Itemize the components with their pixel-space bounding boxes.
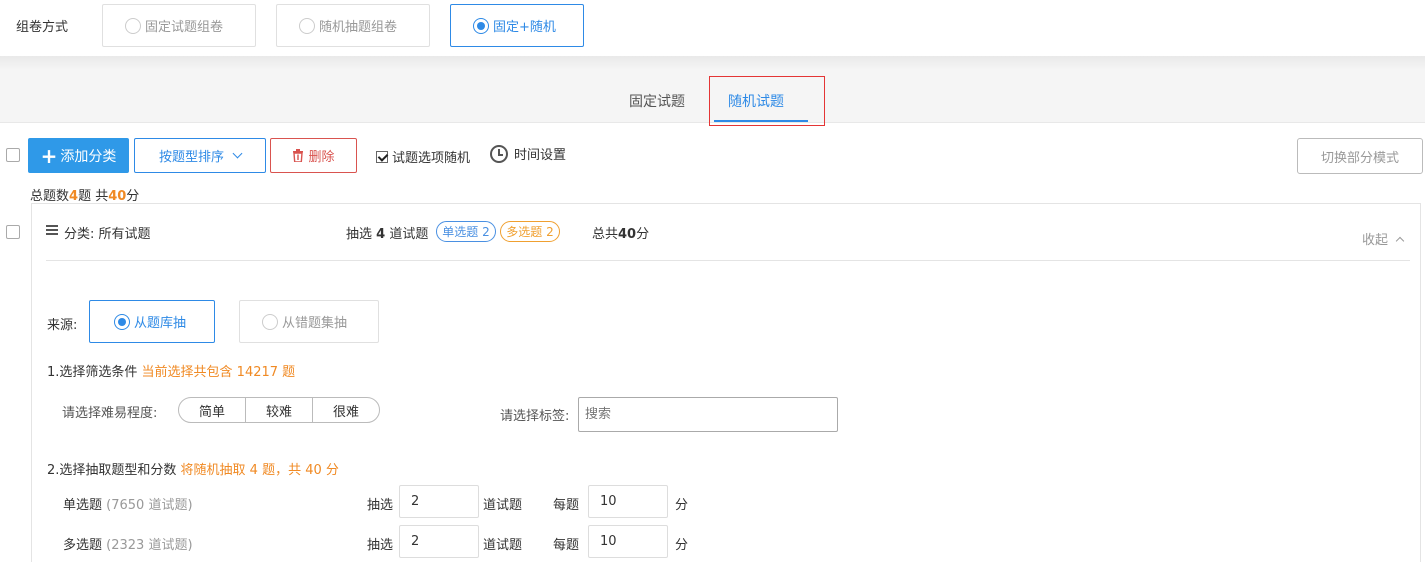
question-type-row-name: 多选题 (2323 道试题)	[63, 534, 193, 553]
pick-count-input[interactable]	[399, 525, 479, 558]
question-type-label: 多选题	[63, 538, 103, 553]
tab-highlight-box	[709, 76, 825, 126]
pick-label: 抽选	[367, 498, 394, 513]
extract-step-note: 将随机抽取 4 题，共 40 分	[180, 463, 339, 478]
mode-option-fixed-random[interactable]: 固定+随机	[450, 4, 584, 47]
score-input[interactable]	[588, 525, 668, 558]
delete-label: 删除	[308, 150, 335, 165]
category-panel	[31, 203, 1421, 562]
radio-icon	[262, 313, 278, 330]
difficulty-hard[interactable]: 很难	[313, 398, 379, 422]
category-checkbox[interactable]	[6, 225, 20, 239]
difficulty-easy[interactable]: 简单	[179, 398, 246, 422]
difficulty-medium[interactable]: 较难	[246, 398, 313, 422]
extract-step-label: 2.选择抽取题型和分数	[47, 463, 177, 478]
source-option-label: 从错题集抽	[282, 316, 348, 331]
question-available-count: (7650 道试题)	[106, 498, 193, 513]
filter-step-title: 1.选择筛选条件 当前选择共包含 14217 题	[47, 361, 295, 380]
total-suffix: 分	[636, 227, 650, 242]
trash-icon	[293, 149, 304, 162]
chevron-down-icon	[232, 148, 243, 159]
category-pick-count: 抽选 4 道试题	[346, 223, 428, 242]
total-score: 40	[618, 227, 637, 242]
radio-selected-icon	[114, 313, 130, 330]
chevron-up-icon	[1395, 236, 1405, 245]
pick-count-input[interactable]	[399, 485, 479, 518]
mode-option-fixed[interactable]: 固定试题组卷	[102, 4, 256, 47]
mode-label: 组卷方式	[16, 20, 69, 35]
summary-score: 40	[108, 189, 127, 204]
clock-icon	[490, 144, 508, 163]
source-option-wrongset[interactable]: 从错题集抽	[239, 300, 379, 343]
random-options-checkbox[interactable]: 试题选项随机	[376, 147, 470, 166]
sort-by-type-dropdown[interactable]: 按题型排序	[134, 138, 266, 173]
pick-prefix: 抽选	[346, 227, 373, 242]
collapse-button[interactable]: 收起	[1362, 229, 1405, 248]
time-settings-button[interactable]: 时间设置	[490, 144, 566, 163]
mode-option-label: 固定+随机	[493, 20, 556, 35]
category-divider	[46, 260, 1410, 261]
pick-label: 抽选	[367, 538, 394, 553]
total-prefix: 总共	[592, 227, 619, 242]
radio-icon	[125, 17, 141, 34]
collapse-label: 收起	[1362, 233, 1389, 248]
drag-handle-icon[interactable]	[46, 225, 58, 235]
radio-selected-icon	[473, 17, 489, 34]
add-category-label: 添加分类	[60, 148, 117, 165]
question-type-label: 单选题	[63, 498, 103, 513]
summary-prefix: 总题数	[30, 189, 70, 204]
tag-search-input[interactable]	[578, 397, 838, 432]
summary-mid: 题 共	[78, 189, 109, 204]
pick-unit-label: 道试题	[483, 498, 523, 513]
tag-label: 请选择标签:	[500, 409, 570, 424]
score-unit-label: 分	[675, 538, 689, 553]
score-unit-label: 分	[675, 498, 689, 513]
category-title: 分类: 所有试题	[64, 227, 151, 242]
difficulty-label: 请选择难易程度:	[62, 406, 158, 421]
mode-option-label: 随机抽题组卷	[319, 20, 398, 35]
question-type-row-name: 单选题 (7650 道试题)	[63, 494, 193, 513]
select-all-checkbox[interactable]	[6, 148, 20, 162]
question-available-count: (2323 道试题)	[106, 538, 193, 553]
per-question-label: 每题	[553, 498, 580, 513]
filter-step-note: 当前选择共包含 14217 题	[141, 365, 296, 380]
pick-suffix: 道试题	[389, 227, 429, 242]
per-question-label: 每题	[553, 538, 580, 553]
add-category-button[interactable]: + 添加分类	[28, 138, 129, 173]
radio-icon	[299, 17, 315, 34]
mode-option-label: 固定试题组卷	[145, 20, 224, 35]
sort-label: 按题型排序	[158, 150, 224, 165]
summary-count: 4	[69, 189, 79, 204]
source-option-bank[interactable]: 从题库抽	[89, 300, 215, 343]
extract-step-title: 2.选择抽取题型和分数 将随机抽取 4 题，共 40 分	[47, 459, 339, 478]
source-option-label: 从题库抽	[134, 316, 187, 331]
source-label: 来源:	[47, 318, 78, 333]
multi-choice-badge: 多选题 2	[500, 221, 560, 242]
single-choice-badge: 单选题 2	[436, 221, 496, 242]
filter-step-label: 1.选择筛选条件	[47, 365, 138, 380]
tab-fixed-questions[interactable]: 固定试题	[629, 91, 685, 111]
total-summary: 总题数4题 共40分	[30, 185, 139, 204]
plus-icon: +	[40, 143, 58, 168]
mode-option-random[interactable]: 随机抽题组卷	[276, 4, 430, 47]
summary-suffix: 分	[126, 189, 140, 204]
random-options-label: 试题选项随机	[392, 151, 471, 166]
time-settings-label: 时间设置	[514, 148, 567, 163]
score-input[interactable]	[588, 485, 668, 518]
delete-button[interactable]: 删除	[270, 138, 357, 173]
pick-count: 4	[376, 227, 386, 242]
checkbox-checked-icon	[376, 150, 388, 163]
category-total: 总共40分	[592, 223, 649, 242]
switch-mode-button[interactable]: 切换部分模式	[1297, 138, 1423, 174]
pick-unit-label: 道试题	[483, 538, 523, 553]
difficulty-selector: 简单 较难 很难	[178, 397, 380, 423]
